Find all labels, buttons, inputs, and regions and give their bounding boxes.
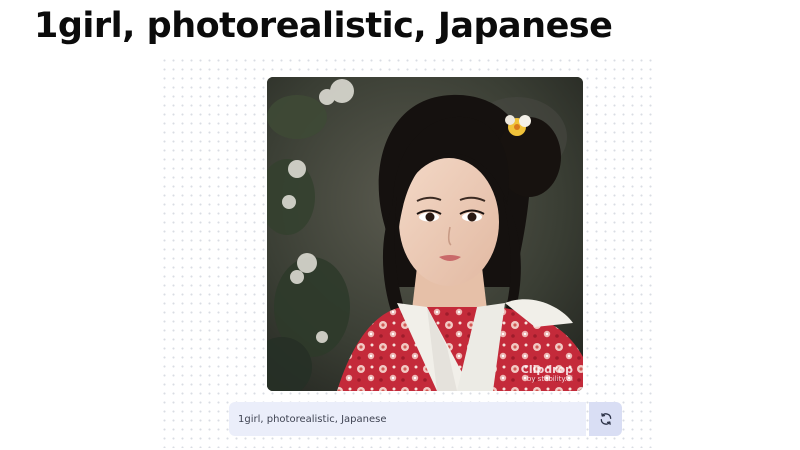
image-watermark: Clipdrop by stability.ai: [521, 364, 573, 383]
regenerate-button[interactable]: [589, 402, 622, 436]
watermark-subtext: by stability.ai: [526, 374, 573, 383]
refresh-icon: [600, 413, 611, 425]
page-title: 1girl, photorealistic, Japanese: [34, 6, 613, 46]
prompt-input[interactable]: [238, 413, 586, 425]
portrait-illustration: [267, 77, 583, 391]
prompt-bar: [229, 402, 586, 436]
watermark-brand: Clipdrop: [520, 363, 573, 377]
generated-image[interactable]: Clipdrop by stability.ai: [267, 77, 583, 391]
